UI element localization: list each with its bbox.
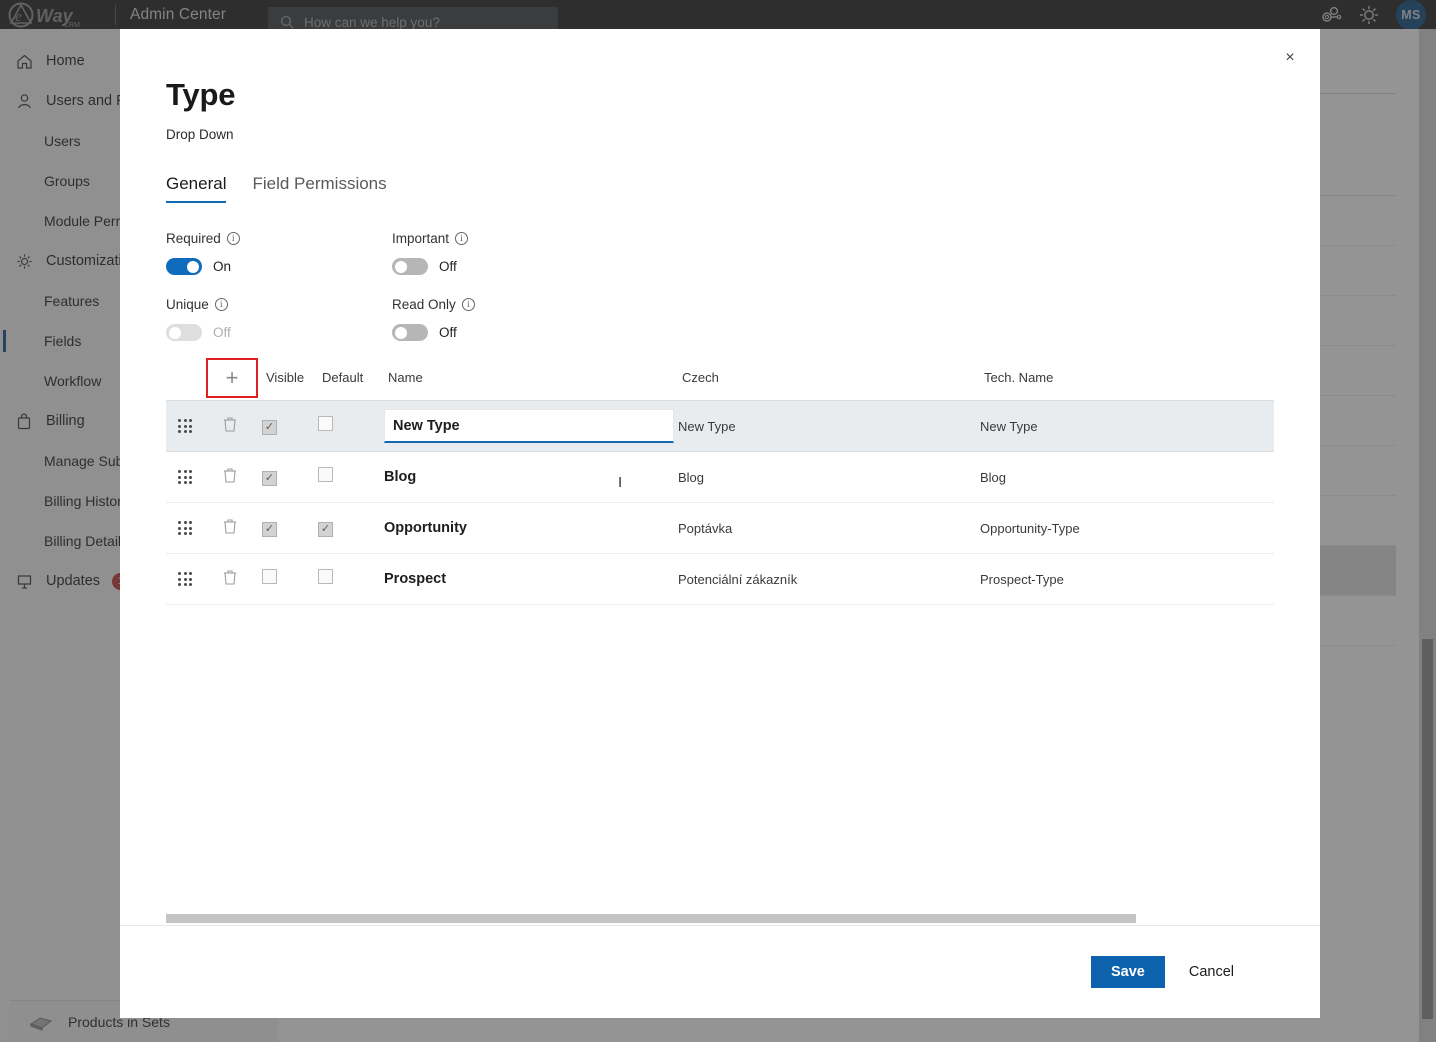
visible-checkbox[interactable] — [256, 468, 318, 486]
toggle-required: Required i On — [166, 231, 240, 275]
delete-row-button[interactable] — [204, 467, 256, 488]
delete-row-button[interactable] — [204, 569, 256, 590]
toggle-name: Required — [166, 231, 221, 246]
grid-header-row: + Visible Default Name Czech Tech. Name — [166, 355, 1274, 401]
tech-name-cell[interactable]: Prospect-Type — [980, 572, 1274, 587]
drag-handle-icon[interactable] — [166, 521, 204, 535]
column-header-name: Name — [388, 370, 423, 385]
scrollbar-thumb[interactable] — [166, 914, 1136, 923]
tab-field-permissions[interactable]: Field Permissions — [252, 174, 386, 203]
info-icon[interactable]: i — [455, 232, 469, 245]
toggle-column-right: Important i Off Read Only i Off — [392, 231, 475, 363]
column-header-default: Default — [322, 370, 364, 385]
delete-row-button[interactable] — [204, 518, 256, 539]
read-only-switch[interactable] — [392, 324, 428, 341]
field-type-subtitle: Drop Down — [166, 127, 234, 142]
czech-cell[interactable]: Poptávka — [678, 521, 980, 536]
drag-handle-icon[interactable] — [166, 572, 204, 586]
tab-general[interactable]: General — [166, 174, 227, 203]
info-icon[interactable]: i — [461, 298, 475, 311]
page-title: Type — [166, 77, 236, 112]
dialog-footer: Save Cancel — [120, 925, 1320, 1018]
required-switch[interactable] — [166, 258, 202, 275]
dialog-body: Type Drop Down General Field Permissions… — [120, 29, 1320, 925]
default-checkbox[interactable] — [318, 519, 380, 537]
czech-cell[interactable]: Potenciální zákazník — [678, 572, 980, 587]
drag-handle-icon[interactable] — [166, 470, 204, 484]
toggle-row: Off — [166, 324, 240, 341]
toggle-state: Off — [439, 259, 457, 274]
values-grid: + Visible Default Name Czech Tech. Name — [166, 355, 1274, 605]
table-row[interactable]: New Type New Type — [166, 401, 1274, 452]
add-row-button[interactable]: + — [206, 357, 258, 398]
delete-row-button[interactable] — [204, 416, 256, 437]
trash-icon — [224, 416, 236, 432]
table-row[interactable]: Opportunity Poptávka Opportunity-Type — [166, 503, 1274, 554]
tech-name-cell[interactable]: New Type — [980, 419, 1274, 434]
column-header-visible: Visible — [266, 370, 305, 385]
table-row[interactable]: Prospect Potenciální zákazník Prospect-T… — [166, 554, 1274, 605]
info-icon[interactable]: i — [226, 232, 240, 245]
trash-icon — [224, 569, 236, 585]
name-cell[interactable]: Blog — [380, 469, 678, 485]
field-detail-dialog: × Type Drop Down General Field Permissio… — [120, 29, 1320, 1018]
toggle-label: Read Only i — [392, 297, 475, 312]
toggle-unique: Unique i Off — [166, 297, 240, 341]
toggle-label: Required i — [166, 231, 240, 246]
toggle-name: Important — [392, 231, 450, 246]
tab-list: General Field Permissions — [166, 174, 1274, 203]
trash-icon — [224, 467, 236, 483]
tech-name-cell[interactable]: Opportunity-Type — [980, 521, 1274, 536]
czech-cell[interactable]: New Type — [678, 419, 980, 434]
default-checkbox[interactable] — [318, 467, 380, 487]
default-checkbox[interactable] — [318, 416, 380, 436]
toggle-label: Unique i — [166, 297, 240, 312]
grid-horizontal-scrollbar[interactable] — [166, 911, 1274, 925]
important-switch[interactable] — [392, 258, 428, 275]
drag-handle-icon[interactable] — [166, 419, 204, 433]
toggle-label: Important i — [392, 231, 475, 246]
visible-checkbox[interactable] — [256, 519, 318, 537]
column-header-tech-name: Tech. Name — [984, 370, 1054, 385]
save-button[interactable]: Save — [1090, 956, 1165, 988]
toggle-row: Off — [392, 324, 475, 341]
toggle-state: Off — [213, 325, 231, 340]
name-cell[interactable]: Prospect — [380, 571, 678, 587]
toggle-read-only: Read Only i Off — [392, 297, 475, 341]
toggle-row: On — [166, 258, 240, 275]
default-checkbox[interactable] — [318, 569, 380, 589]
toggle-column-left: Required i On Unique i Off — [166, 231, 240, 363]
unique-switch[interactable] — [166, 324, 202, 341]
column-header-czech: Czech — [682, 370, 719, 385]
visible-checkbox[interactable] — [256, 417, 318, 435]
visible-checkbox[interactable] — [256, 569, 318, 589]
name-cell[interactable]: Opportunity — [380, 520, 678, 536]
tech-name-cell[interactable]: Blog — [980, 470, 1274, 485]
toggle-important: Important i Off — [392, 231, 475, 275]
name-input[interactable] — [384, 409, 674, 443]
toggle-state: Off — [439, 325, 457, 340]
toggle-name: Read Only — [392, 297, 456, 312]
toggle-row: Off — [392, 258, 475, 275]
cancel-button[interactable]: Cancel — [1189, 964, 1234, 980]
czech-cell[interactable]: Blog — [678, 470, 980, 485]
trash-icon — [224, 518, 236, 534]
info-icon[interactable]: i — [214, 298, 228, 311]
toggle-state: On — [213, 259, 232, 274]
toggle-section: Required i On Unique i Off Important i O… — [166, 231, 1274, 347]
toggle-name: Unique — [166, 297, 209, 312]
table-row[interactable]: Blog Blog Blog — [166, 452, 1274, 503]
name-cell[interactable] — [380, 409, 678, 443]
add-cell: + — [204, 357, 260, 398]
